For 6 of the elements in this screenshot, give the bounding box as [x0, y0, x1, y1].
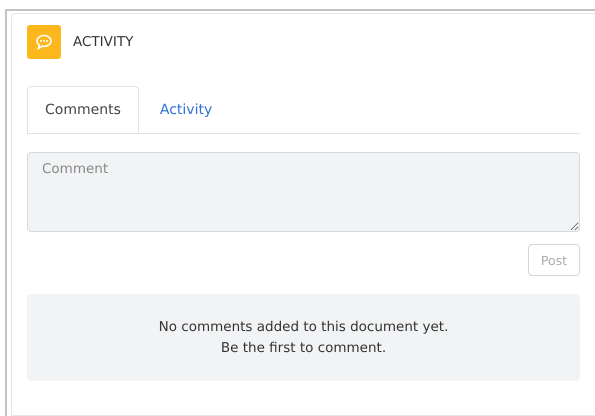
chat-bubble-icon — [27, 25, 61, 59]
empty-state-text: No comments added to this document yet. — [158, 319, 448, 335]
panel-title: ACTIVITY — [73, 34, 134, 50]
comment-field[interactable]: Comment — [27, 152, 580, 232]
tab[interactable]: Comments — [27, 86, 139, 133]
empty-state-text: Be the first to comment. — [220, 340, 386, 356]
